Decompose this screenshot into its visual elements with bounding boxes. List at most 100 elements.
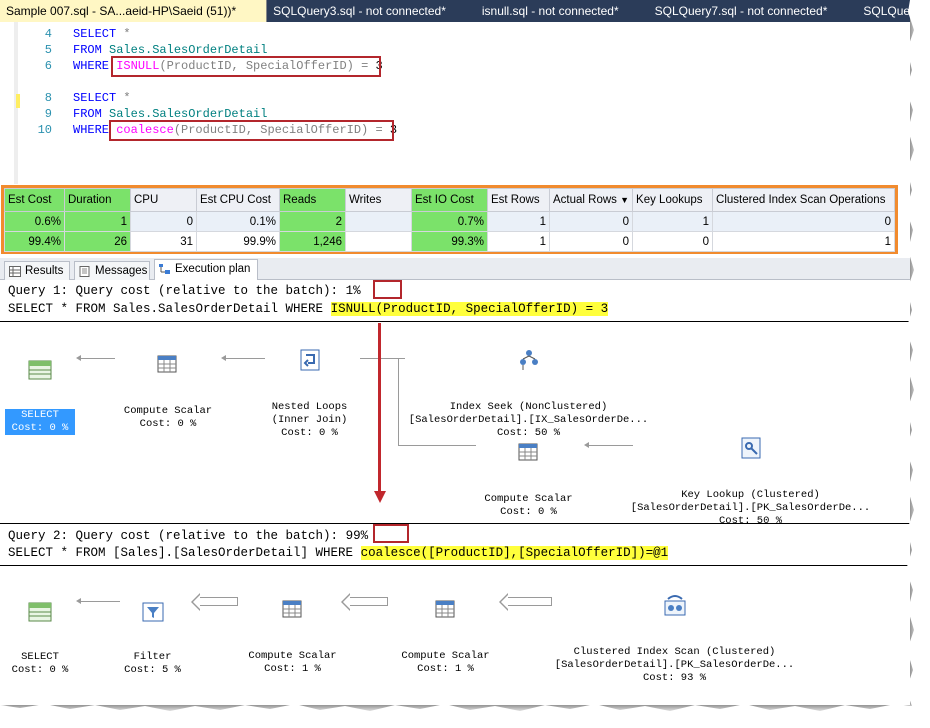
thick-arrow-icon <box>191 593 238 611</box>
query2-cost: 99% <box>345 529 369 543</box>
q2-node-select[interactable]: SELECT Cost: 0 % <box>5 576 75 703</box>
cell: 1,246 <box>279 231 346 252</box>
tab-sqlquery7[interactable]: SQLQuery7.sql - not connected* <box>649 0 858 22</box>
q1-node-compute-scalar[interactable]: Compute Scalar Cost: 0 % <box>118 328 218 457</box>
col-est-rows[interactable]: Est Rows <box>487 188 550 212</box>
tab-sqlquery3[interactable]: SQLQuery3.sql - not connected* <box>267 0 476 22</box>
cell: 1 <box>64 211 131 232</box>
connector <box>80 358 115 359</box>
cell: 0 <box>548 211 634 232</box>
tab-isnull[interactable]: isnull.sql - not connected* <box>476 0 649 22</box>
tab-sample007[interactable]: Sample 007.sql - SA...aeid-HP\Saeid (51)… <box>0 0 268 22</box>
cell: 99.3% <box>411 231 488 252</box>
cell: 2 <box>279 211 346 232</box>
compute-scalar-icon <box>282 600 301 618</box>
query1-header: Query 1: Query cost (relative to the bat… <box>8 284 361 298</box>
code-line-9: FROM Sales.SalesOrderDetail <box>73 107 268 121</box>
isnull-annotation-box <box>111 56 381 77</box>
col-est-io-cost[interactable]: Est IO Cost <box>411 188 488 212</box>
index-seek-icon <box>519 350 538 370</box>
compute-scalar-icon <box>157 355 177 373</box>
tab-results[interactable]: Results <box>4 261 70 280</box>
stats-row[interactable]: 0.6% 1 0 0.1% 2 0.7% 1 0 1 0 <box>4 211 895 232</box>
messages-icon <box>79 265 91 277</box>
compute-scalar-icon <box>435 600 454 618</box>
execution-plan-pane: Query 1: Query cost (relative to the bat… <box>0 280 910 705</box>
query2-sql-highlight: coalesce([ProductID],[SpecialOfferID])=@… <box>360 546 669 560</box>
tab-execution-plan[interactable]: Execution plan <box>154 259 258 280</box>
sort-desc-icon: ▼ <box>620 195 630 205</box>
col-key-lookups[interactable]: Key Lookups <box>632 188 714 212</box>
filter-icon <box>142 602 163 622</box>
q2-node-clustered-index-scan[interactable]: Clustered Index Scan (Clustered) [SalesO… <box>552 567 797 705</box>
arrow-left-icon <box>76 355 81 361</box>
line-number: 5 <box>44 43 52 57</box>
stats-grid: Est Cost Duration CPU Est CPU Cost Reads… <box>4 188 895 252</box>
q1-node-nested-loops[interactable]: Nested Loops (Inner Join) Cost: 0 % <box>262 322 357 466</box>
q2-node-compute-scalar[interactable]: Compute Scalar Cost: 1 % <box>240 573 345 702</box>
cell: 0.7% <box>411 211 488 232</box>
query2-sql: SELECT * FROM [Sales].[SalesOrderDetail]… <box>8 546 669 560</box>
query-editor[interactable]: 4 SELECT * 5 FROM Sales.SalesOrderDetail… <box>0 22 910 184</box>
q2-node-filter[interactable]: Filter Cost: 5 % <box>115 576 190 703</box>
coalesce-annotation-box <box>109 120 394 141</box>
result-tab-bar: Results Messages Execution plan <box>0 258 910 280</box>
stats-header-row: Est Cost Duration CPU Est CPU Cost Reads… <box>4 188 895 212</box>
q1-node-key-lookup[interactable]: Key Lookup (Clustered) [SalesOrderDetail… <box>628 410 873 554</box>
query2-cost-annotation <box>373 524 409 543</box>
col-reads[interactable]: Reads <box>279 188 346 212</box>
query1-cost: 1% <box>345 284 361 298</box>
cell <box>345 211 412 232</box>
stats-row[interactable]: 99.4% 26 31 99.9% 1,246 99.3% 1 0 0 1 <box>4 231 895 252</box>
select-icon <box>28 602 52 622</box>
ssms-window: Sample 007.sql - SA...aeid-HP\Saeid (51)… <box>0 0 910 705</box>
key-lookup-icon <box>741 437 760 459</box>
connector <box>398 358 399 445</box>
cell: 0.6% <box>4 211 65 232</box>
col-actual-rows[interactable]: Actual Rows ▼ <box>548 188 634 212</box>
q1-node-compute-scalar-2[interactable]: Compute Scalar Cost: 0 % <box>476 416 581 545</box>
thick-arrow-icon <box>499 593 552 611</box>
tab-sqlquery6[interactable]: SQLQuery6.sql <box>857 0 910 22</box>
q1-node-select[interactable]: SELECT Cost: 0 % <box>5 334 75 461</box>
cell <box>345 231 412 252</box>
col-est-cost[interactable]: Est Cost <box>4 188 65 212</box>
query2-header: Query 2: Query cost (relative to the bat… <box>8 529 369 543</box>
col-writes[interactable]: Writes <box>345 188 412 212</box>
code-line-8: SELECT * <box>73 91 131 105</box>
connector <box>225 358 265 359</box>
cell: 0 <box>712 211 895 232</box>
divider <box>0 565 910 566</box>
compute-scalar-icon <box>518 443 537 461</box>
cell: 0 <box>632 231 714 252</box>
col-est-cpu-cost[interactable]: Est CPU Cost <box>196 188 280 212</box>
col-duration[interactable]: Duration <box>64 188 131 212</box>
cell: 0 <box>130 211 197 232</box>
cell: 99.4% <box>4 231 65 252</box>
query1-sql: SELECT * FROM Sales.SalesOrderDetail WHE… <box>8 302 609 316</box>
line-number: 9 <box>44 107 52 121</box>
thick-arrow-icon <box>341 593 388 611</box>
tab-messages[interactable]: Messages <box>74 261 150 280</box>
nested-loops-icon <box>300 349 319 371</box>
divider <box>0 523 910 524</box>
arrow-left-icon <box>221 355 226 361</box>
stats-comparison-panel: Est Cost Duration CPU Est CPU Cost Reads… <box>1 185 898 254</box>
grid-icon <box>9 265 21 277</box>
cell: 26 <box>64 231 131 252</box>
col-cpu[interactable]: CPU <box>130 188 197 212</box>
line-number: 8 <box>44 91 52 105</box>
q2-node-compute-scalar-2[interactable]: Compute Scalar Cost: 1 % <box>393 573 498 702</box>
clustered-index-scan-icon <box>664 595 685 616</box>
cell: 1 <box>487 231 550 252</box>
code-line-5: FROM Sales.SalesOrderDetail <box>73 43 268 57</box>
line-number: 6 <box>44 59 52 73</box>
query1-cost-annotation <box>373 280 402 299</box>
annotation-arrow-line <box>378 323 381 493</box>
code-line-4: SELECT * <box>73 27 131 41</box>
select-icon <box>28 360 52 380</box>
cell: 0 <box>548 231 634 252</box>
col-clustered-index-scan-ops[interactable]: Clustered Index Scan Operations <box>712 188 895 212</box>
arrow-left-icon <box>76 598 81 604</box>
document-tab-bar: Sample 007.sql - SA...aeid-HP\Saeid (51)… <box>0 0 910 22</box>
